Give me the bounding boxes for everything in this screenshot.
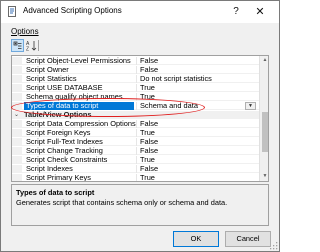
property-value[interactable]: False — [140, 66, 256, 74]
column-divider[interactable] — [136, 165, 137, 173]
row-gutter — [12, 138, 22, 146]
column-divider[interactable] — [136, 147, 137, 155]
row-gutter — [12, 75, 22, 83]
toolbar-separator — [38, 40, 39, 51]
column-divider[interactable] — [136, 66, 137, 74]
description-panel: Types of data to script Generates script… — [11, 184, 269, 226]
row-gutter — [12, 93, 22, 101]
property-row[interactable]: Script Full-Text Indexes False — [12, 138, 259, 146]
property-row[interactable]: Script Check Constraints True — [12, 156, 259, 164]
property-row[interactable]: Script Change Tracking False — [12, 147, 259, 155]
property-grid: Script Object-Level Permissions False Scri… — [11, 55, 269, 182]
row-gutter — [12, 120, 22, 128]
vertical-scrollbar[interactable]: ▲ ▼ — [259, 56, 268, 181]
alphabetical-sort-icon[interactable]: A Z — [25, 39, 38, 52]
property-value[interactable]: Schema and data — [140, 102, 244, 110]
category-label: Table/View Options — [24, 111, 92, 119]
row-gutter — [12, 156, 22, 164]
property-row[interactable]: Schema qualify object names. True — [12, 93, 259, 101]
property-row[interactable]: Script Statistics Do not script statistic… — [12, 75, 259, 83]
property-category[interactable]: ⌄ Table/View Options — [12, 111, 259, 119]
row-gutter — [12, 165, 22, 173]
column-divider[interactable] — [136, 93, 137, 101]
row-gutter — [12, 66, 22, 74]
property-row[interactable]: Types of data to script Schema and data ▼ — [12, 102, 259, 110]
row-gutter — [12, 129, 22, 137]
property-name: Script Foreign Keys — [26, 129, 91, 137]
property-row[interactable]: Script USE DATABASE True — [12, 84, 259, 92]
property-row[interactable]: Script Indexes False — [12, 165, 259, 173]
collapse-chevron-icon[interactable]: ⌄ — [14, 111, 22, 119]
row-gutter — [12, 84, 22, 92]
row-gutter — [12, 147, 22, 155]
column-divider[interactable] — [136, 156, 137, 164]
options-label: Options — [11, 27, 39, 36]
description-title: Types of data to script — [16, 188, 95, 197]
document-script-icon — [8, 6, 16, 17]
scroll-up-icon[interactable]: ▲ — [260, 56, 268, 65]
categorized-view-icon[interactable] — [11, 39, 24, 52]
property-name: Script Object-Level Permissions — [26, 57, 131, 65]
property-value[interactable]: False — [140, 138, 256, 146]
cancel-button[interactable]: Cancel — [225, 231, 271, 247]
window-title: Advanced Scripting Options — [23, 6, 122, 15]
dropdown-arrow-icon[interactable]: ▼ — [245, 102, 256, 110]
property-name: Script Owner — [26, 66, 69, 74]
row-gutter — [12, 174, 22, 181]
row-gutter — [12, 102, 22, 110]
column-divider[interactable] — [136, 75, 137, 83]
property-value[interactable]: False — [140, 57, 256, 65]
scroll-thumb[interactable] — [262, 112, 268, 152]
property-name: Script Statistics — [26, 75, 77, 83]
property-value[interactable]: False — [140, 147, 256, 155]
advanced-scripting-options-dialog: Advanced Scripting Options ? ✕ Options A… — [0, 0, 280, 252]
column-divider[interactable] — [136, 174, 137, 181]
property-name: Script Change Tracking — [26, 147, 103, 155]
close-button[interactable]: ✕ — [253, 5, 267, 19]
description-text: Generates script that contains schema on… — [16, 198, 228, 207]
property-grid-toolbar: A Z — [11, 39, 51, 53]
property-name: Types of data to script — [24, 102, 134, 110]
scroll-down-icon[interactable]: ▼ — [260, 172, 268, 181]
resize-grip-icon[interactable] — [269, 241, 278, 250]
property-row[interactable]: Script Primary Keys True — [12, 174, 259, 182]
property-name: Script Check Constraints — [26, 156, 108, 164]
property-value[interactable]: False — [140, 120, 256, 128]
property-value[interactable]: True — [140, 129, 256, 137]
property-value[interactable]: True — [140, 156, 256, 164]
column-divider[interactable] — [136, 102, 137, 110]
svg-text:Z: Z — [26, 47, 29, 53]
property-value[interactable]: True — [140, 93, 256, 101]
column-divider[interactable] — [136, 138, 137, 146]
property-row[interactable]: Script Data Compression Options False — [12, 120, 259, 128]
property-value[interactable]: Do not script statistics — [140, 75, 256, 83]
property-name: Script Primary Keys — [26, 174, 91, 182]
title-bar: Advanced Scripting Options ? ✕ — [1, 1, 279, 23]
column-divider[interactable] — [136, 84, 137, 92]
column-divider[interactable] — [136, 57, 137, 65]
property-value[interactable]: False — [140, 165, 256, 173]
property-name: Script Full-Text Indexes — [26, 138, 103, 146]
ok-button[interactable]: OK — [173, 231, 219, 247]
property-name: Schema qualify object names. — [26, 93, 125, 101]
help-button[interactable]: ? — [229, 5, 243, 19]
property-name: Script Indexes — [26, 165, 73, 173]
property-row[interactable]: Script Foreign Keys True — [12, 129, 259, 137]
column-divider[interactable] — [136, 120, 137, 128]
column-divider[interactable] — [136, 129, 137, 137]
property-value[interactable]: True — [140, 84, 256, 92]
property-name: Script Data Compression Options — [26, 120, 136, 128]
property-name: Script USE DATABASE — [26, 84, 103, 92]
row-gutter — [12, 57, 22, 65]
property-row[interactable]: Script Object-Level Permissions False — [12, 57, 259, 65]
property-row[interactable]: Script Owner False — [12, 66, 259, 74]
property-value[interactable]: True — [140, 174, 256, 181]
